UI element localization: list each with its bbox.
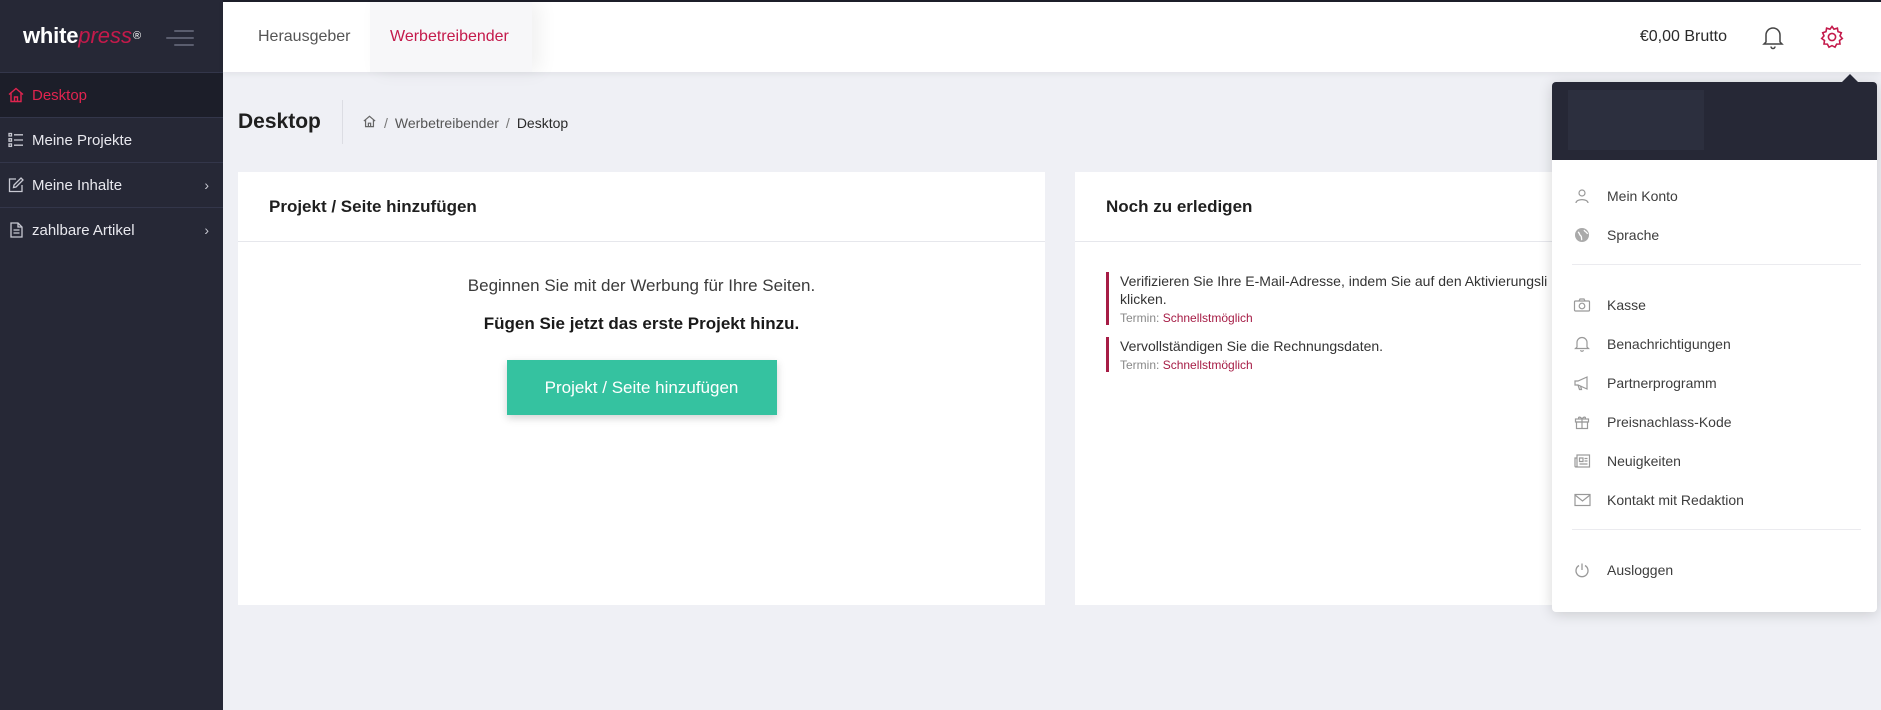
deadline-label: Termin: xyxy=(1120,311,1160,325)
deadline-value: Schnellstmöglich xyxy=(1162,311,1253,325)
menu-item-label: Partnerprogramm xyxy=(1607,374,1717,391)
todo-text: Vervollständigen Sie die Rechnungsdaten. xyxy=(1120,338,1384,354)
menu-item-partner-program[interactable]: Partnerprogramm xyxy=(1552,363,1877,402)
home-icon[interactable] xyxy=(362,114,377,132)
menu-divider xyxy=(1572,529,1861,530)
todo-deadline: Termin: Schnellstmöglich xyxy=(1120,311,1555,325)
topbar: Herausgeber Werbetreibender €0,00 Brutto xyxy=(223,0,1881,72)
menu-item-logout[interactable]: Ausloggen xyxy=(1552,550,1877,589)
card-title: Noch zu erledigen xyxy=(1075,172,1555,242)
sidebar-item-label: zahlbare Artikel xyxy=(32,221,135,239)
chevron-right-icon: › xyxy=(204,177,209,193)
menu-toggle-icon[interactable] xyxy=(166,30,194,46)
list-icon xyxy=(6,131,25,150)
news-icon xyxy=(1572,451,1592,471)
add-project-card: Projekt / Seite hinzufügen Beginnen Sie … xyxy=(238,172,1045,605)
card-strong-text: Fügen Sie jetzt das erste Projekt hinzu. xyxy=(483,314,800,333)
sidebar-item-contents[interactable]: Meine Inhalte › xyxy=(0,162,223,207)
dropdown-header xyxy=(1552,82,1877,160)
globe-icon xyxy=(1572,225,1592,245)
menu-item-label: Kontakt mit Redaktion xyxy=(1607,491,1744,508)
menu-item-label: Mein Konto xyxy=(1607,187,1678,204)
todo-item: Verifizieren Sie Ihre E-Mail-Adresse, in… xyxy=(1106,272,1555,325)
deadline-label: Termin: xyxy=(1120,358,1160,372)
deadline-value: Schnellstmöglich xyxy=(1162,358,1253,372)
home-icon xyxy=(6,86,25,105)
breadcrumb-current: Desktop xyxy=(516,115,569,131)
sidebar-item-label: Desktop xyxy=(32,86,88,104)
menu-divider xyxy=(1572,264,1861,265)
logo[interactable]: white press ® xyxy=(0,0,223,72)
menu-item-label: Sprache xyxy=(1607,226,1660,243)
power-icon xyxy=(1572,560,1592,580)
mail-icon xyxy=(1572,490,1592,510)
todo-text: Verifizieren Sie Ihre E-Mail-Adresse, in… xyxy=(1120,273,1548,289)
todo-card: Noch zu erledigen Verifizieren Sie Ihre … xyxy=(1075,172,1555,605)
menu-item-contact-editorial[interactable]: Kontakt mit Redaktion xyxy=(1552,480,1877,519)
balance-display[interactable]: €0,00 Brutto xyxy=(1640,28,1727,46)
card-lead-text: Beginnen Sie mit der Werbung für Ihre Se… xyxy=(467,276,816,295)
page-title: Desktop xyxy=(238,110,321,133)
sidebar-item-label: Meine Projekte xyxy=(32,131,133,149)
sidebar-item-projects[interactable]: Meine Projekte xyxy=(0,117,223,162)
gear-icon[interactable] xyxy=(1819,24,1845,55)
menu-item-checkout[interactable]: Kasse xyxy=(1552,285,1877,324)
card-title: Projekt / Seite hinzufügen xyxy=(238,172,1045,242)
menu-item-label: Ausloggen xyxy=(1607,561,1674,578)
menu-item-notifications[interactable]: Benachrichtigungen xyxy=(1552,324,1877,363)
menu-item-my-account[interactable]: Mein Konto xyxy=(1552,176,1877,215)
menu-item-language[interactable]: Sprache xyxy=(1552,215,1877,254)
edit-icon xyxy=(6,176,25,195)
bell-icon[interactable] xyxy=(1761,24,1785,55)
bell-icon xyxy=(1572,334,1592,354)
settings-dropdown: Mein Konto Sprache Kasse Benachrichtigun… xyxy=(1552,74,1877,612)
breadcrumb: / Werbetreibender / Desktop xyxy=(362,114,568,132)
document-icon xyxy=(6,221,25,240)
gift-icon xyxy=(1572,412,1592,432)
sidebar: white press ® Desktop Meine Projekte Meine… xyxy=(0,0,223,710)
add-project-button[interactable]: Projekt / Seite hinzufügen xyxy=(506,360,777,415)
breadcrumb-separator: / xyxy=(384,115,388,131)
megaphone-icon xyxy=(1572,373,1592,393)
menu-item-news[interactable]: Neuigkeiten xyxy=(1552,441,1877,480)
chevron-right-icon: › xyxy=(204,222,209,238)
avatar xyxy=(1568,90,1704,150)
sidebar-item-payable-articles[interactable]: zahlbare Artikel › xyxy=(0,207,223,252)
todo-deadline: Termin: Schnellstmöglich xyxy=(1120,358,1555,372)
todo-text-cont: klicken. xyxy=(1120,291,1167,307)
sidebar-item-label: Meine Inhalte xyxy=(32,176,123,194)
breadcrumb-separator: / xyxy=(505,115,510,131)
menu-item-label: Benachrichtigungen xyxy=(1607,335,1731,352)
menu-item-discount-code[interactable]: Preisnachlass-Kode xyxy=(1552,402,1877,441)
user-icon xyxy=(1572,186,1592,206)
tab-publisher[interactable]: Herausgeber xyxy=(258,2,351,72)
todo-item: Vervollständigen Sie die Rechnungsdaten.… xyxy=(1106,337,1555,372)
logo-registered: ® xyxy=(133,30,142,42)
menu-item-label: Preisnachlass-Kode xyxy=(1607,413,1732,430)
logo-press: press xyxy=(78,23,133,48)
camera-icon xyxy=(1572,295,1592,315)
menu-item-label: Kasse xyxy=(1607,296,1646,313)
menu-item-label: Neuigkeiten xyxy=(1607,452,1681,469)
tab-advertiser[interactable]: Werbetreibender xyxy=(370,2,532,72)
sidebar-item-desktop[interactable]: Desktop xyxy=(0,72,223,117)
header-divider xyxy=(342,100,343,144)
logo-white: white xyxy=(23,23,79,48)
breadcrumb-advertiser[interactable]: Werbetreibender xyxy=(395,115,499,131)
